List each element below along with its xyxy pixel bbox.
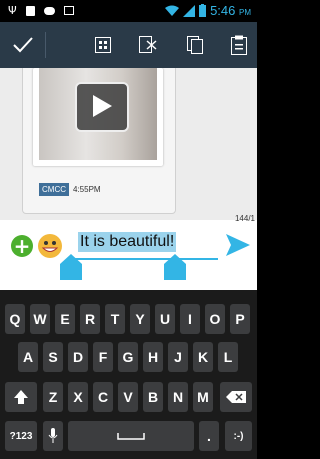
action-bar [0, 22, 257, 68]
key-g[interactable]: G [118, 342, 138, 372]
done-button[interactable] [8, 30, 38, 60]
char-counter: 144/1 [234, 214, 255, 223]
copy-icon [187, 36, 203, 54]
key-m[interactable]: M [193, 382, 213, 412]
key-e[interactable]: E [55, 304, 75, 334]
key-c[interactable]: C [93, 382, 113, 412]
cut-icon [139, 36, 157, 53]
keyboard-row-2: A S D F G H J K L [0, 342, 257, 372]
signal-icon [183, 4, 196, 17]
key-z[interactable]: Z [43, 382, 63, 412]
battery-icon [199, 4, 207, 17]
key-b[interactable]: B [143, 382, 163, 412]
key-u[interactable]: U [155, 304, 175, 334]
message-input[interactable]: It is beautiful! [74, 230, 216, 258]
wifi-icon [165, 5, 180, 16]
key-f[interactable]: F [93, 342, 113, 372]
grid-icon [95, 37, 111, 53]
key-j[interactable]: J [168, 342, 188, 372]
space-key[interactable] [68, 421, 194, 451]
key-s[interactable]: S [43, 342, 63, 372]
backspace-icon [226, 391, 246, 403]
keyboard-row-4: ?123 . :-) [0, 421, 257, 451]
backspace-key[interactable] [220, 382, 252, 412]
emoji-button[interactable] [38, 234, 62, 258]
clock: 5:46 PM [210, 3, 251, 18]
plus-icon: + [13, 234, 31, 258]
key-w[interactable]: W [30, 304, 50, 334]
keyboard-row-3: Z X C V B N M [0, 382, 257, 412]
key-v[interactable]: V [118, 382, 138, 412]
key-d[interactable]: D [68, 342, 88, 372]
selection-handle-right[interactable] [164, 254, 186, 280]
key-i[interactable]: I [180, 304, 200, 334]
check-icon [13, 37, 33, 53]
key-k[interactable]: K [193, 342, 213, 372]
message-time: 4:55PM [73, 185, 101, 194]
play-button[interactable] [75, 82, 129, 132]
key-t[interactable]: T [105, 304, 125, 334]
image-icon [63, 6, 74, 15]
cut-button[interactable] [133, 30, 163, 60]
sender-tag: CMCC [39, 183, 69, 196]
mms-attachment[interactable] [33, 68, 163, 166]
key-a[interactable]: A [18, 342, 38, 372]
paste-button[interactable] [224, 30, 254, 60]
shift-key[interactable] [5, 382, 37, 412]
microphone-icon [48, 428, 58, 443]
selected-text: It is beautiful! [78, 232, 177, 252]
divider [45, 32, 46, 58]
send-button[interactable] [226, 234, 250, 256]
emoticon-key[interactable]: :-) [225, 421, 252, 451]
play-icon [93, 95, 112, 117]
key-o[interactable]: O [205, 304, 225, 334]
copy-button[interactable] [180, 30, 210, 60]
voice-key[interactable] [43, 421, 63, 451]
key-l[interactable]: L [218, 342, 238, 372]
key-n[interactable]: N [168, 382, 188, 412]
input-underline [72, 258, 218, 260]
status-bar: Ψ 5:46 PM [0, 0, 257, 22]
selection-handle-left[interactable] [60, 254, 82, 280]
keyboard-row-1: Q W E R T Y U I O P [0, 304, 257, 334]
key-h[interactable]: H [143, 342, 163, 372]
usb-icon: Ψ [8, 4, 17, 17]
conversation-area: CMCC 4:55PM [0, 68, 257, 220]
keyboard: Q W E R T Y U I O P A S D F G H J K L Z … [0, 290, 257, 459]
key-p[interactable]: P [230, 304, 250, 334]
attach-button[interactable]: + [11, 235, 33, 257]
shift-icon [14, 390, 28, 404]
message-meta: CMCC 4:55PM [39, 183, 101, 196]
space-icon [117, 433, 145, 440]
key-x[interactable]: X [68, 382, 88, 412]
select-all-button[interactable] [88, 30, 118, 60]
send-icon [226, 234, 250, 256]
gamepad-icon [43, 6, 55, 15]
key-r[interactable]: R [80, 304, 100, 334]
key-q[interactable]: Q [5, 304, 25, 334]
period-key[interactable]: . [199, 421, 219, 451]
clipboard-icon [231, 35, 247, 55]
key-y[interactable]: Y [130, 304, 150, 334]
smiley-icon [41, 241, 59, 252]
sd-card-icon [25, 5, 35, 16]
symbols-key[interactable]: ?123 [5, 421, 37, 451]
compose-bar: 144/1 + It is beautiful! [0, 214, 257, 290]
